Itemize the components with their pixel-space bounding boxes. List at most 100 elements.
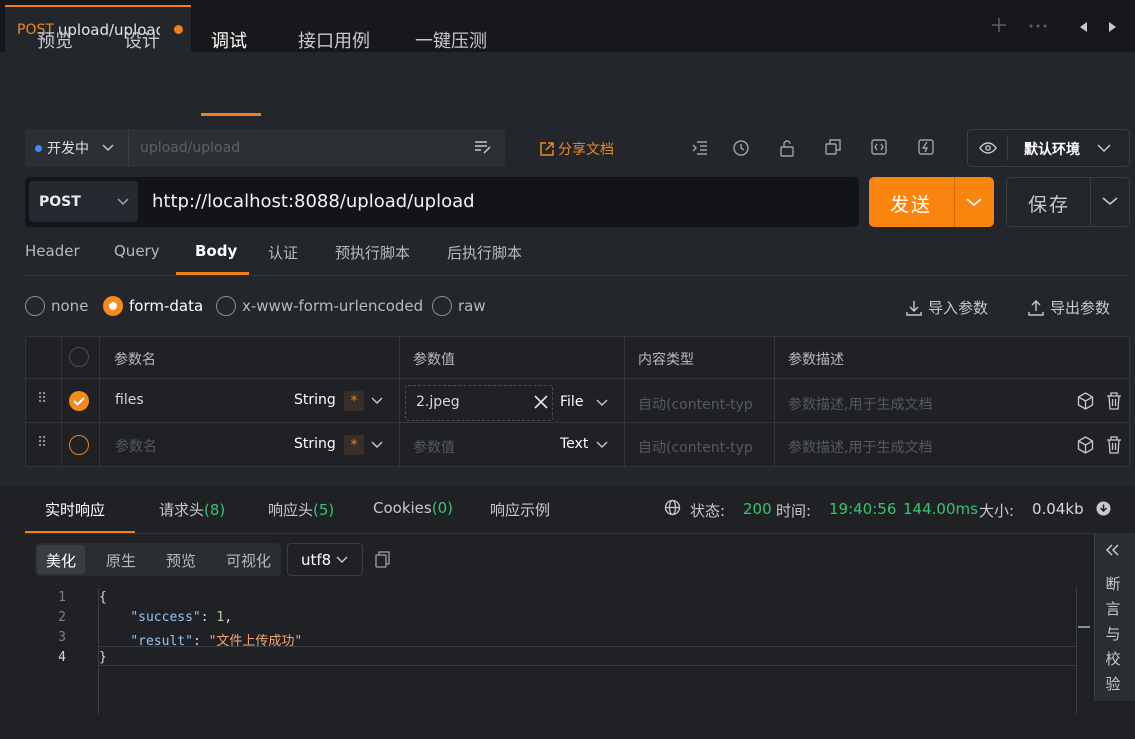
delete-icon[interactable] [1106, 436, 1122, 454]
param-type[interactable]: String [294, 392, 336, 408]
next-tab-icon[interactable] [1108, 21, 1118, 33]
radio-none[interactable] [25, 296, 45, 316]
line-number: 4 [58, 650, 66, 665]
chevron-down-icon[interactable] [596, 441, 608, 449]
tab-query[interactable]: Query [114, 242, 160, 260]
tab-request-headers[interactable]: 请求头(8) [159, 499, 225, 520]
tab-count: (0) [431, 499, 453, 517]
radio-urlencoded[interactable] [216, 296, 236, 316]
row-checkbox[interactable] [69, 391, 89, 411]
tab-response-example[interactable]: 响应示例 [490, 499, 550, 520]
flash-icon[interactable] [918, 139, 936, 157]
download-icon [906, 300, 922, 316]
size-label: 大小: [979, 502, 1015, 520]
chevron-down-icon[interactable] [596, 399, 608, 407]
description-input[interactable]: 参数描述,用于生成文档 [788, 437, 932, 457]
export-params-button[interactable]: 导出参数 [1028, 297, 1110, 318]
eye-icon[interactable] [979, 141, 997, 155]
share-doc-link[interactable]: 分享文档 [539, 139, 614, 159]
tab-live-response[interactable]: 实时响应 [45, 499, 105, 520]
radio-raw-label[interactable]: raw [458, 297, 486, 315]
content-type-input[interactable]: 自动(content-typ [638, 394, 753, 414]
method-select[interactable]: POST [29, 181, 138, 222]
chevron-down-icon [336, 556, 348, 564]
env-label: 默认环境 [1024, 142, 1080, 158]
cube-icon[interactable] [1077, 392, 1094, 410]
copy-icon[interactable] [825, 139, 843, 157]
copy-response-icon[interactable] [375, 551, 390, 568]
save-dropdown-icon[interactable] [1102, 197, 1118, 206]
tab-pre-script[interactable]: 预执行脚本 [335, 242, 410, 263]
side-char: 校 [1105, 650, 1121, 668]
code-line: } [99, 650, 107, 665]
import-params-button[interactable]: 导入参数 [906, 297, 988, 318]
radio-urlencoded-label[interactable]: x-www-form-urlencoded [242, 297, 423, 315]
method-label: POST [39, 193, 81, 210]
tab-debug[interactable]: 调试 [211, 27, 247, 53]
prev-tab-icon[interactable] [1078, 21, 1088, 33]
row-checkbox[interactable] [69, 435, 89, 455]
delete-icon[interactable] [1106, 392, 1122, 410]
status-label: 状态: [690, 502, 726, 520]
tab-body[interactable]: Body [195, 242, 237, 260]
cube-icon[interactable] [1077, 436, 1094, 454]
collapse-left-icon[interactable] [1105, 544, 1119, 556]
side-char: 验 [1105, 675, 1121, 693]
code-scrollbar[interactable] [1076, 588, 1091, 714]
tab-preview[interactable]: 预览 [37, 27, 73, 53]
content-type-input[interactable]: 自动(content-typ [638, 437, 753, 457]
tab-header[interactable]: Header [25, 242, 80, 260]
close-icon[interactable] [534, 395, 548, 409]
description-input[interactable]: 参数描述,用于生成文档 [788, 394, 932, 414]
request-tab[interactable]: POST upload/upload [5, 5, 191, 52]
drag-handle-icon[interactable]: ⠿ [37, 391, 48, 407]
add-tab-icon[interactable] [990, 16, 1008, 34]
more-icon[interactable] [1028, 19, 1048, 33]
status-select[interactable]: 开发中 [25, 129, 129, 167]
radio-form-data[interactable] [103, 296, 123, 316]
assertion-panel-label: 断 言 与 校 验 [1105, 572, 1121, 697]
tab-design[interactable]: 设计 [124, 27, 160, 53]
param-type[interactable]: String [294, 436, 336, 452]
code-line: "result": "文件上传成功" [130, 634, 303, 649]
status-code: 200 [743, 500, 772, 518]
radio-raw[interactable] [432, 296, 452, 316]
format-raw[interactable]: 原生 [106, 550, 136, 571]
resp-tab-divider [25, 533, 1135, 534]
time-label: 时间: [776, 502, 812, 520]
param-name-input[interactable]: 参数名 [115, 436, 157, 456]
path-input[interactable] [130, 129, 470, 167]
download-response-icon[interactable] [1096, 501, 1111, 516]
required-badge[interactable]: * [344, 435, 364, 455]
tab-auth[interactable]: 认证 [268, 242, 298, 263]
tab-test-cases[interactable]: 接口用例 [298, 27, 370, 53]
drag-handle-icon[interactable]: ⠿ [37, 435, 48, 451]
lock-icon[interactable] [779, 139, 797, 157]
tab-load-test[interactable]: 一键压测 [415, 27, 487, 53]
radio-none-label[interactable]: none [51, 297, 88, 315]
required-badge[interactable]: * [344, 391, 364, 411]
tab-post-script[interactable]: 后执行脚本 [447, 242, 522, 263]
tab-cookies[interactable]: Cookies(0) [373, 499, 453, 517]
value-kind[interactable]: File [560, 394, 583, 410]
value-kind[interactable]: Text [560, 436, 588, 452]
upload-icon [1028, 299, 1044, 316]
side-char: 言 [1105, 600, 1121, 618]
format-preview[interactable]: 预览 [166, 550, 196, 571]
line-number: 2 [58, 610, 66, 625]
format-icon[interactable] [474, 139, 492, 155]
chevron-down-icon[interactable] [371, 441, 383, 449]
format-visualize[interactable]: 可视化 [226, 550, 271, 571]
format-pretty[interactable]: 美化 [46, 550, 76, 571]
send-dropdown-icon[interactable] [966, 198, 982, 207]
indent-icon[interactable] [692, 139, 710, 157]
param-name[interactable]: files [115, 392, 144, 408]
tab-response-headers[interactable]: 响应头(5) [268, 499, 334, 520]
select-all-checkbox[interactable] [69, 347, 89, 367]
history-icon[interactable] [732, 139, 750, 157]
url-input[interactable]: http://localhost:8088/upload/upload [152, 191, 475, 212]
param-value-input[interactable]: 参数值 [413, 437, 455, 457]
radio-form-data-label[interactable]: form-data [129, 297, 203, 315]
code-icon[interactable] [871, 139, 889, 157]
chevron-down-icon[interactable] [371, 397, 383, 405]
